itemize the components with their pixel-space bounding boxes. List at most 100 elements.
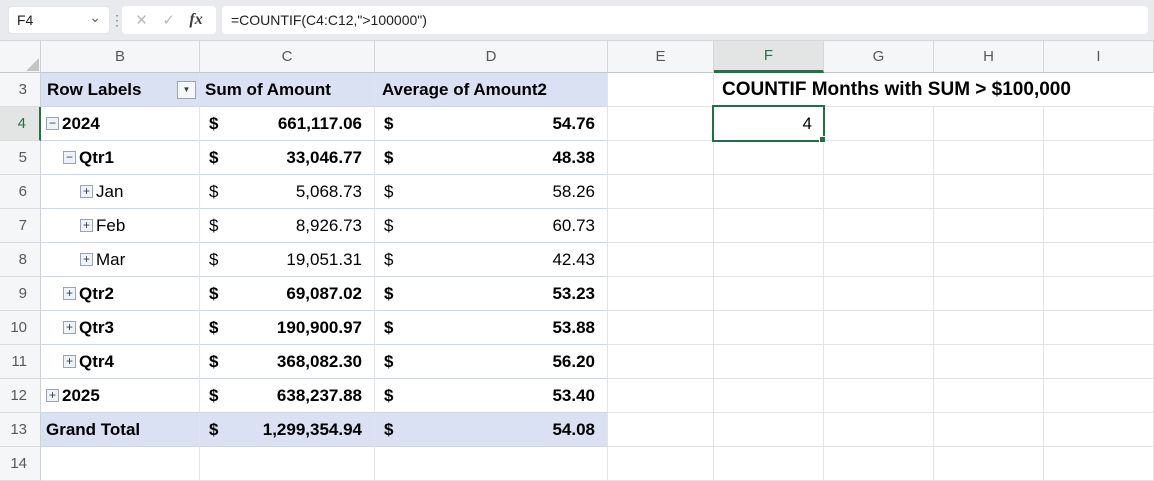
cell-E13[interactable] [608,413,714,447]
cell-C14[interactable] [200,447,375,481]
cell-C12-sum[interactable]: $638,237.88 [200,379,375,413]
expand-toggle-Qtr3[interactable]: + [63,321,76,334]
cell-B5-label[interactable]: −Qtr1 [41,141,200,175]
row-header-13[interactable]: 13 [0,413,41,447]
cell-G6[interactable] [824,175,934,209]
cell-I11[interactable] [1044,345,1154,379]
collapse-toggle-Qtr1[interactable]: − [63,151,76,164]
row-header-6[interactable]: 6 [0,175,41,209]
cell-E12[interactable] [608,379,714,413]
row-labels-filter-button[interactable]: ▼ [177,81,196,99]
cell-F11[interactable] [714,345,824,379]
cell-C5-sum[interactable]: $33,046.77 [200,141,375,175]
cell-H14[interactable] [934,447,1044,481]
row-header-14[interactable]: 14 [0,447,41,481]
cell-B6-label[interactable]: +Jan [41,175,200,209]
cell-B13-label[interactable]: Grand Total [41,413,200,447]
cell-H10[interactable] [934,311,1044,345]
expand-toggle-2025[interactable]: + [46,389,59,402]
cell-B9-label[interactable]: +Qtr2 [41,277,200,311]
row-header-4[interactable]: 4 [0,107,41,141]
cell-G9[interactable] [824,277,934,311]
row-header-11[interactable]: 11 [0,345,41,379]
row-header-12[interactable]: 12 [0,379,41,413]
cell-I5[interactable] [1044,141,1154,175]
select-all-corner[interactable] [0,41,41,73]
cell-C9-sum[interactable]: $69,087.02 [200,277,375,311]
cell-G4[interactable] [824,107,934,141]
cell-G10[interactable] [824,311,934,345]
cell-I8[interactable] [1044,243,1154,277]
cell-E9[interactable] [608,277,714,311]
cell-D5-average[interactable]: $48.38 [375,141,608,175]
cell-G13[interactable] [824,413,934,447]
cell-H8[interactable] [934,243,1044,277]
cell-H9[interactable] [934,277,1044,311]
name-box[interactable]: F4 ⌄ [8,6,110,34]
cell-G5[interactable] [824,141,934,175]
cell-E7[interactable] [608,209,714,243]
cell-B11-label[interactable]: +Qtr4 [41,345,200,379]
cell-C11-sum[interactable]: $368,082.30 [200,345,375,379]
cell-E5[interactable] [608,141,714,175]
cell-E11[interactable] [608,345,714,379]
row-header-10[interactable]: 10 [0,311,41,345]
column-header-C[interactable]: C [200,41,375,73]
cell-H11[interactable] [934,345,1044,379]
cell-D7-average[interactable]: $60.73 [375,209,608,243]
cell-D13-average[interactable]: $54.08 [375,413,608,447]
cell-H7[interactable] [934,209,1044,243]
insert-function-icon[interactable]: fx [189,11,202,29]
cell-F8[interactable] [714,243,824,277]
expand-toggle-Feb[interactable]: + [80,219,93,232]
cell-C7-sum[interactable]: $8,926.73 [200,209,375,243]
cell-I7[interactable] [1044,209,1154,243]
column-header-H[interactable]: H [934,41,1044,73]
cell-D14[interactable] [375,447,608,481]
cell-F9[interactable] [714,277,824,311]
cell-C6-sum[interactable]: $5,068.73 [200,175,375,209]
cell-H4[interactable] [934,107,1044,141]
cell-C13-sum[interactable]: $1,299,354.94 [200,413,375,447]
cell-I9[interactable] [1044,277,1154,311]
expand-toggle-Qtr4[interactable]: + [63,355,76,368]
row-header-9[interactable]: 9 [0,277,41,311]
cell-I14[interactable] [1044,447,1154,481]
cell-H13[interactable] [934,413,1044,447]
cell-I13[interactable] [1044,413,1154,447]
cell-H12[interactable] [934,379,1044,413]
cell-F13[interactable] [714,413,824,447]
cell-F7[interactable] [714,209,824,243]
expand-toggle-Mar[interactable]: + [80,253,93,266]
cell-E10[interactable] [608,311,714,345]
row-header-5[interactable]: 5 [0,141,41,175]
column-header-D[interactable]: D [375,41,608,73]
cell-B12-label[interactable]: +2025 [41,379,200,413]
cell-B14[interactable] [41,447,200,481]
column-header-E[interactable]: E [608,41,714,73]
cell-G14[interactable] [824,447,934,481]
cell-E6[interactable] [608,175,714,209]
cell-F14[interactable] [714,447,824,481]
chevron-down-icon[interactable]: ⌄ [89,12,101,22]
cell-I4[interactable] [1044,107,1154,141]
formula-input[interactable]: =COUNTIF(C4:C12,">100000") [222,6,1148,34]
cell-B7-label[interactable]: +Feb [41,209,200,243]
cell-D10-average[interactable]: $53.88 [375,311,608,345]
row-header-7[interactable]: 7 [0,209,41,243]
cell-B4-label[interactable]: −2024 [41,107,200,141]
cell-F12[interactable] [714,379,824,413]
column-header-B[interactable]: B [41,41,200,73]
cell-I6[interactable] [1044,175,1154,209]
cell-F5[interactable] [714,141,824,175]
row-header-3[interactable]: 3 [0,73,41,107]
cell-D11-average[interactable]: $56.20 [375,345,608,379]
expand-toggle-Jan[interactable]: + [80,185,93,198]
enter-icon[interactable]: ✓ [162,11,175,29]
collapse-toggle-2024[interactable]: − [46,117,59,130]
cell-B3-row-labels-header[interactable]: Row Labels▼ [41,73,200,107]
cell-F6[interactable] [714,175,824,209]
cell-I12[interactable] [1044,379,1154,413]
cell-D4-average[interactable]: $54.76 [375,107,608,141]
cell-D8-average[interactable]: $42.43 [375,243,608,277]
